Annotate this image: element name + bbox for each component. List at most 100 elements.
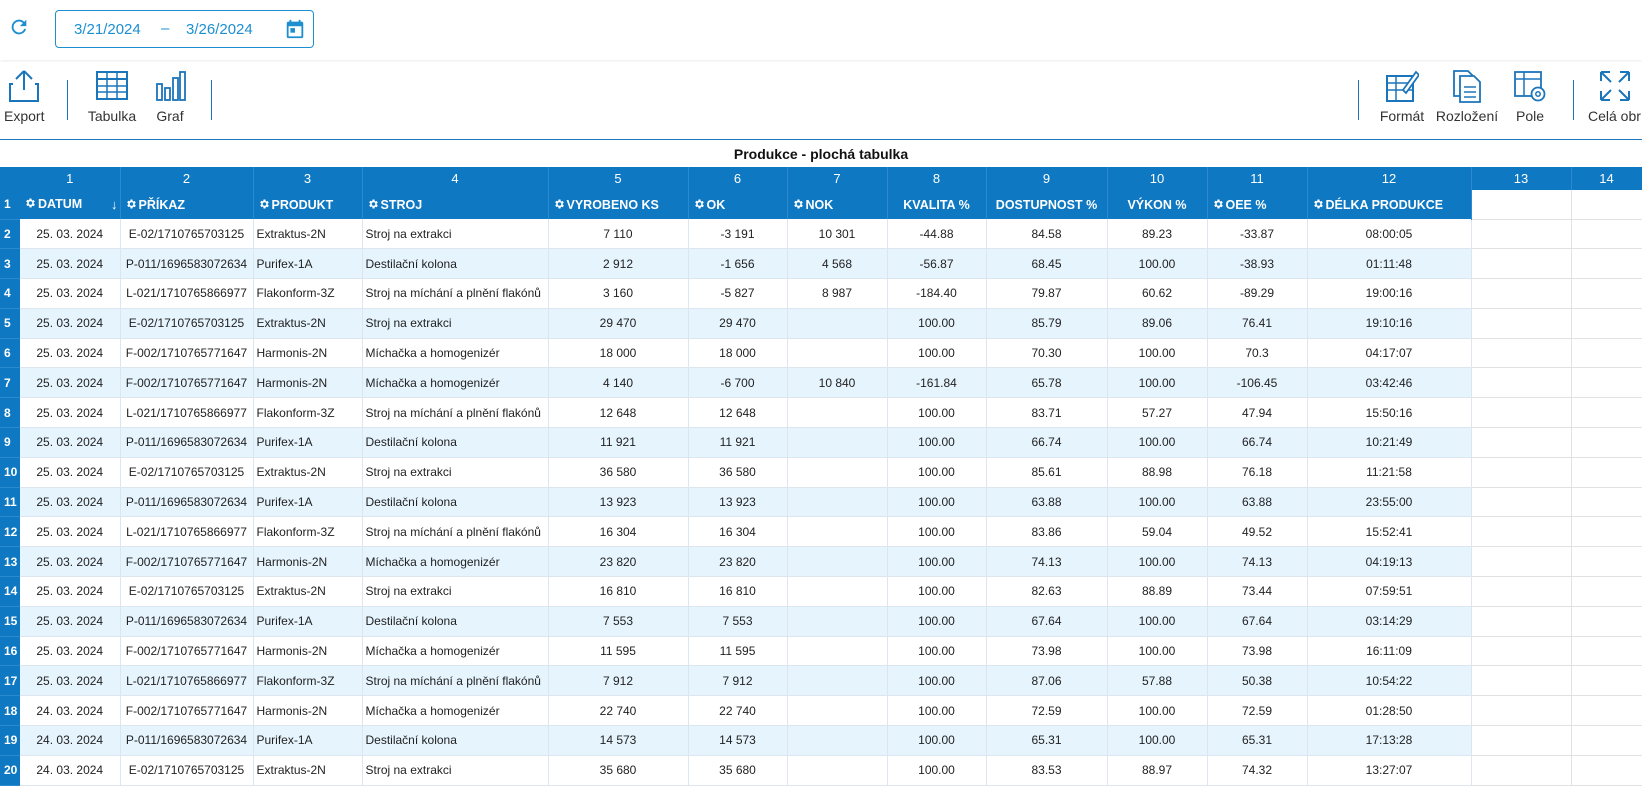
table-cell[interactable]: 100.00: [887, 636, 987, 667]
table-cell[interactable]: 14 573: [688, 725, 788, 756]
empty-cell[interactable]: [1471, 427, 1572, 458]
sort-desc-icon[interactable]: ↓: [111, 197, 118, 212]
table-cell[interactable]: Destilační kolona: [362, 725, 549, 756]
table-cell[interactable]: 50.38: [1207, 665, 1308, 697]
table-cell[interactable]: P-011/1696583072634: [120, 427, 254, 458]
table-cell[interactable]: 65.31: [1207, 725, 1308, 756]
row-number[interactable]: 15: [0, 606, 20, 637]
table-cell[interactable]: 25. 03. 2024: [20, 636, 121, 667]
table-cell[interactable]: Míchačka a homogenizér: [362, 546, 549, 578]
empty-cell[interactable]: [1571, 636, 1642, 667]
table-cell[interactable]: Purifex-1A: [253, 725, 363, 756]
table-cell[interactable]: 25. 03. 2024: [20, 457, 121, 488]
table-cell[interactable]: 89.23: [1107, 219, 1208, 250]
table-cell[interactable]: 7 553: [688, 606, 788, 637]
table-cell[interactable]: 59.04: [1107, 516, 1208, 548]
table-cell[interactable]: [787, 546, 888, 578]
table-cell[interactable]: 100.00: [887, 755, 987, 786]
table-cell[interactable]: 83.71: [986, 397, 1108, 429]
table-cell[interactable]: 76.18: [1207, 457, 1308, 488]
empty-cell[interactable]: [1571, 755, 1642, 786]
table-cell[interactable]: [787, 308, 888, 339]
table-cell[interactable]: [787, 516, 888, 548]
table-cell[interactable]: [787, 606, 888, 637]
table-cell[interactable]: -1 656: [688, 248, 788, 280]
table-cell[interactable]: 17:13:28: [1307, 725, 1472, 756]
gear-icon[interactable]: [1312, 198, 1324, 210]
table-cell[interactable]: 16 304: [548, 516, 689, 548]
table-cell[interactable]: 03:14:29: [1307, 606, 1472, 637]
table-cell[interactable]: [787, 338, 888, 369]
empty-cell[interactable]: [1471, 367, 1572, 399]
column-header[interactable]: DATUM ↓: [20, 190, 121, 219]
table-cell[interactable]: 82.63: [986, 576, 1108, 607]
empty-cell[interactable]: [1571, 665, 1642, 697]
table-cell[interactable]: Míchačka a homogenizér: [362, 695, 549, 727]
table-cell[interactable]: 67.64: [986, 606, 1108, 637]
table-cell[interactable]: Harmonis-2N: [253, 636, 363, 667]
table-cell[interactable]: 100.00: [887, 427, 987, 458]
table-cell[interactable]: Stroj na míchání a plnění flakónů: [362, 516, 549, 548]
row-number[interactable]: 17: [0, 665, 20, 697]
table-cell[interactable]: 15:52:41: [1307, 516, 1472, 548]
column-header[interactable]: KVALITA %: [887, 190, 987, 219]
table-cell[interactable]: E-02/1710765703125: [120, 755, 254, 786]
table-cell[interactable]: 100.00: [887, 725, 987, 756]
table-cell[interactable]: F-002/1710765771647: [120, 695, 254, 727]
empty-cell[interactable]: [1571, 695, 1642, 727]
table-cell[interactable]: E-02/1710765703125: [120, 576, 254, 607]
table-cell[interactable]: 11 595: [548, 636, 689, 667]
fields-button[interactable]: Pole: [1510, 68, 1550, 138]
table-cell[interactable]: [787, 636, 888, 667]
gear-icon[interactable]: [24, 197, 36, 209]
empty-cell[interactable]: [1571, 457, 1642, 488]
table-cell[interactable]: 25. 03. 2024: [20, 397, 121, 429]
table-cell[interactable]: 24. 03. 2024: [20, 755, 121, 786]
table-cell[interactable]: F-002/1710765771647: [120, 367, 254, 399]
table-cell[interactable]: 4 140: [548, 367, 689, 399]
row-number[interactable]: 9: [0, 427, 20, 458]
table-cell[interactable]: 68.45: [986, 248, 1108, 280]
table-cell[interactable]: 83.86: [986, 516, 1108, 548]
column-header[interactable]: VÝKON %: [1107, 190, 1208, 219]
table-cell[interactable]: 25. 03. 2024: [20, 516, 121, 548]
table-cell[interactable]: -3 191: [688, 219, 788, 250]
table-cell[interactable]: 8 987: [787, 278, 888, 309]
table-cell[interactable]: Stroj na extrakci: [362, 576, 549, 607]
table-cell[interactable]: F-002/1710765771647: [120, 636, 254, 667]
table-cell[interactable]: -106.45: [1207, 367, 1308, 399]
column-number[interactable]: 3: [253, 167, 363, 190]
table-cell[interactable]: 25. 03. 2024: [20, 367, 121, 399]
column-number[interactable]: 8: [887, 167, 987, 190]
table-cell[interactable]: 16 810: [688, 576, 788, 607]
table-cell[interactable]: 73.98: [1207, 636, 1308, 667]
column-header[interactable]: OK: [688, 190, 788, 219]
table-cell[interactable]: 100.00: [1107, 725, 1208, 756]
row-number[interactable]: 20: [0, 755, 20, 786]
table-cell[interactable]: 12 648: [548, 397, 689, 429]
table-cell[interactable]: 100.00: [1107, 367, 1208, 399]
table-cell[interactable]: Extraktus-2N: [253, 576, 363, 607]
empty-cell[interactable]: [1471, 190, 1572, 220]
table-cell[interactable]: Extraktus-2N: [253, 457, 363, 488]
table-cell[interactable]: 11 921: [688, 427, 788, 458]
table-cell[interactable]: 100.00: [887, 665, 987, 697]
table-cell[interactable]: Purifex-1A: [253, 487, 363, 518]
table-cell[interactable]: 66.74: [1207, 427, 1308, 458]
empty-cell[interactable]: [1471, 338, 1572, 369]
table-cell[interactable]: 19:00:16: [1307, 278, 1472, 309]
column-number[interactable]: 5: [548, 167, 689, 190]
table-cell[interactable]: P-011/1696583072634: [120, 725, 254, 756]
table-cell[interactable]: 16 304: [688, 516, 788, 548]
table-cell[interactable]: 19:10:16: [1307, 308, 1472, 339]
table-cell[interactable]: 100.00: [887, 516, 987, 548]
row-number[interactable]: 6: [0, 338, 20, 369]
table-cell[interactable]: Extraktus-2N: [253, 755, 363, 786]
empty-cell[interactable]: [1571, 427, 1642, 458]
column-number[interactable]: 14: [1571, 167, 1642, 190]
table-cell[interactable]: -44.88: [887, 219, 987, 250]
table-cell[interactable]: 25. 03. 2024: [20, 546, 121, 578]
empty-cell[interactable]: [1471, 308, 1572, 339]
table-cell[interactable]: -161.84: [887, 367, 987, 399]
table-cell[interactable]: 04:19:13: [1307, 546, 1472, 578]
